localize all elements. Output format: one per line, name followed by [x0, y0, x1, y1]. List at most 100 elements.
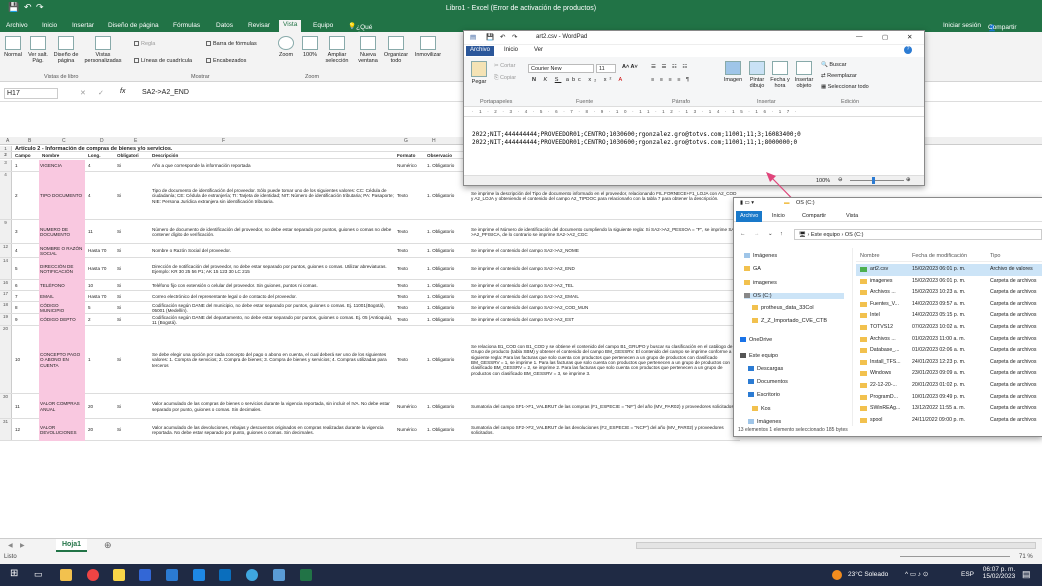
- normal-view-button[interactable]: Normal: [2, 36, 24, 58]
- tab-archivo[interactable]: Archivo: [6, 22, 28, 29]
- file-row[interactable]: Windows 23/01/2023 09:09 a. m. Carpeta de …: [856, 368, 1042, 380]
- wordpad-document[interactable]: 2022;NIT;444444444;PROVEEDOR01;CENTRO;10…: [472, 131, 922, 171]
- wordpad-tab-inicio[interactable]: Inicio: [504, 47, 518, 53]
- paste-button[interactable]: Pegar: [470, 61, 488, 85]
- explorer-tab-vista[interactable]: Vista: [846, 213, 858, 219]
- cell-nombre[interactable]: TELÉFONO: [39, 280, 85, 291]
- cell-long[interactable]: 4: [87, 172, 115, 220]
- cell-formato[interactable]: Numérico: [396, 160, 425, 172]
- app-taskbar-icon[interactable]: [139, 569, 151, 581]
- cell-observacion[interactable]: 1. Obligatorio: [426, 280, 468, 291]
- alignment-icons[interactable]: ≡ ≡ ≡ ≡ ¶: [651, 77, 691, 83]
- cell-observacion[interactable]: 1. Obligatorio: [426, 291, 468, 302]
- column-header[interactable]: A: [6, 138, 9, 144]
- cell-formato[interactable]: Texto: [396, 220, 425, 244]
- cell-descripcion[interactable]: Correo electrónico del representante leg…: [151, 291, 395, 302]
- file-row[interactable]: spool 24/11/2022 09:00 p. m. Carpeta de ar…: [856, 415, 1042, 427]
- task-view-icon[interactable]: ▭: [34, 569, 43, 580]
- select-all-button[interactable]: ▦ Seleccionar todo: [821, 84, 869, 90]
- cell-formato[interactable]: Texto: [396, 280, 425, 291]
- cell-descripcion[interactable]: Nombre o Razón Social del proveedor.: [151, 244, 395, 258]
- column-header[interactable]: D: [100, 138, 104, 144]
- nav-item[interactable]: Documentos: [748, 379, 788, 385]
- cell-obligatorio[interactable]: Si: [116, 160, 150, 172]
- minimize-icon[interactable]: —: [856, 33, 863, 40]
- spreadsheet-grid[interactable]: 1 Artículo 2 - Información de compras de…: [0, 146, 740, 536]
- nav-item[interactable]: Descargas: [748, 366, 783, 372]
- up-icon[interactable]: ↑: [780, 231, 783, 237]
- cell-nombre[interactable]: CÓDIGO MUNICIPIO: [39, 302, 85, 314]
- sticky-notes-taskbar-icon[interactable]: [113, 569, 125, 581]
- wordpad-undo-icon[interactable]: ↶: [500, 33, 505, 41]
- arrange-all-button[interactable]: Organizar todo: [382, 36, 410, 64]
- cell-long[interactable]: 11: [87, 220, 115, 244]
- nav-item[interactable]: protheus_data_33Col: [752, 305, 814, 311]
- windows-start-icon[interactable]: ⊞: [10, 568, 18, 579]
- nav-item[interactable]: Escritorio: [748, 392, 780, 398]
- cell-obligatorio[interactable]: Si: [116, 172, 150, 220]
- cell-descripcion[interactable]: Codificación según DANE del municipio, n…: [151, 302, 395, 314]
- cell-observacion[interactable]: 1. Obligatorio: [426, 302, 468, 314]
- cell-long[interactable]: 20: [87, 394, 115, 419]
- cell-campo[interactable]: 5: [14, 258, 39, 280]
- cell-observacion[interactable]: 1. Obligatorio: [426, 314, 468, 326]
- tab-formulas[interactable]: Fórmulas: [173, 22, 200, 29]
- cell-observacion[interactable]: 1. Obligatorio: [426, 419, 468, 441]
- cell-descripcion[interactable]: Dirección de notificación del proveedor,…: [151, 258, 395, 280]
- copy-button[interactable]: ⎘ Copiar: [494, 75, 516, 82]
- file-row[interactable]: Fuentes_V... 14/02/2023 09:57 a. m. Carpet…: [856, 299, 1042, 311]
- freeze-panes-button[interactable]: Inmovilizar: [411, 36, 445, 58]
- explorer-tab-compartir[interactable]: Compartir: [802, 213, 826, 219]
- prev-sheet-icon[interactable]: ◀: [8, 542, 13, 549]
- font-size-select[interactable]: 11: [596, 64, 616, 73]
- nav-item[interactable]: Z_Z_Importado_CVE_CTB: [752, 318, 827, 324]
- weather-text[interactable]: 23°C Soleado: [848, 571, 888, 578]
- cell-campo[interactable]: 7: [14, 291, 39, 302]
- tab-equipo[interactable]: Equipo: [313, 22, 333, 29]
- language-indicator[interactable]: ESP: [961, 571, 974, 578]
- cell-formato[interactable]: Texto: [396, 302, 425, 314]
- insert-image-button[interactable]: Imagen: [722, 61, 744, 83]
- address-bar[interactable]: 🖥 › Este equipo › OS (C:): [794, 229, 1042, 240]
- cell-formato[interactable]: Texto: [396, 172, 425, 220]
- horizontal-scrollbar[interactable]: [636, 542, 1036, 549]
- nav-item[interactable]: imagenes: [744, 280, 777, 286]
- wordpad-quick-save-icon[interactable]: 💾: [486, 33, 494, 41]
- cell-long[interactable]: 4: [87, 160, 115, 172]
- nav-item[interactable]: OS (C:): [744, 293, 844, 299]
- cell-obligatorio[interactable]: Si: [116, 220, 150, 244]
- tab-datos[interactable]: Datos: [216, 22, 233, 29]
- cell-regla[interactable]: Se imprime el contenido del campo SA2->A…: [470, 291, 740, 302]
- table-row[interactable]: 20 10 CONCEPTO PAGO O ABONO EN CUENTA 1 Si Se…: [0, 326, 740, 394]
- table-row[interactable]: 17 7 EMAIL Hasta 70 Si Correo electrónico del…: [0, 291, 740, 302]
- cell-observacion[interactable]: 1. Obligatorio: [426, 160, 468, 172]
- cell-formato[interactable]: Numérico: [396, 394, 425, 419]
- cell-campo[interactable]: 4: [14, 244, 39, 258]
- tab-diseno[interactable]: Diseño de página: [108, 22, 159, 29]
- tray-icons[interactable]: ^ ▭ ♪ ⊙: [905, 570, 928, 578]
- cell-formato[interactable]: Texto: [396, 314, 425, 326]
- tab-insertar[interactable]: Insertar: [72, 22, 94, 29]
- cell-regla[interactable]: Se imprime el contenido del campo SA2->A…: [470, 244, 740, 258]
- file-row[interactable]: Install_TFS... 24/01/2023 12:23 p. m. Carp…: [856, 357, 1042, 369]
- cell-nombre[interactable]: DIRECCIÓN DE NOTIFICACIÓN: [39, 258, 85, 280]
- file-row[interactable]: Intel 14/02/2023 05:15 p. m. Carpeta de ar…: [856, 310, 1042, 322]
- file-row[interactable]: imagenes 15/02/2023 06:01 p. m. Carpeta de…: [856, 276, 1042, 288]
- formula-input[interactable]: SA2->A2_END: [142, 89, 189, 96]
- wordpad-ruler[interactable]: ·1·2·3·4·5·6·7·8·9·10·11·12·13·14·15·16·…: [464, 109, 924, 117]
- nav-item[interactable]: Imágenes: [748, 419, 781, 425]
- ruler-checkbox[interactable]: Regla: [134, 41, 155, 47]
- table-row[interactable]: 16 6 TELÉFONO 10 Si Teléfono fijo con extensi…: [0, 280, 740, 291]
- page-layout-button[interactable]: Diseño de página: [52, 36, 80, 64]
- cell-regla[interactable]: Se imprime el contenido del campo SA2->A…: [470, 314, 740, 326]
- file-row[interactable]: Archivos ... 15/02/2023 10:23 a. m. Carpet…: [856, 287, 1042, 299]
- zoom-100-button[interactable]: 100%: [299, 36, 321, 58]
- next-sheet-icon[interactable]: ▶: [20, 542, 25, 549]
- cut-button[interactable]: ✂ Cortar: [494, 63, 515, 69]
- cell-nombre[interactable]: VALOR COMPRAS ANUAL: [39, 394, 85, 419]
- add-sheet-icon[interactable]: ⊕: [104, 540, 112, 551]
- table-row[interactable]: 18 8 CÓDIGO MUNICIPIO 5 Si Codificación según…: [0, 302, 740, 314]
- cell-observacion[interactable]: 1. Obligatorio: [426, 326, 468, 394]
- cell-descripcion[interactable]: Se debe elegir una opción por cada conce…: [151, 326, 395, 394]
- cell-observacion[interactable]: 1. Obligatorio: [426, 172, 468, 220]
